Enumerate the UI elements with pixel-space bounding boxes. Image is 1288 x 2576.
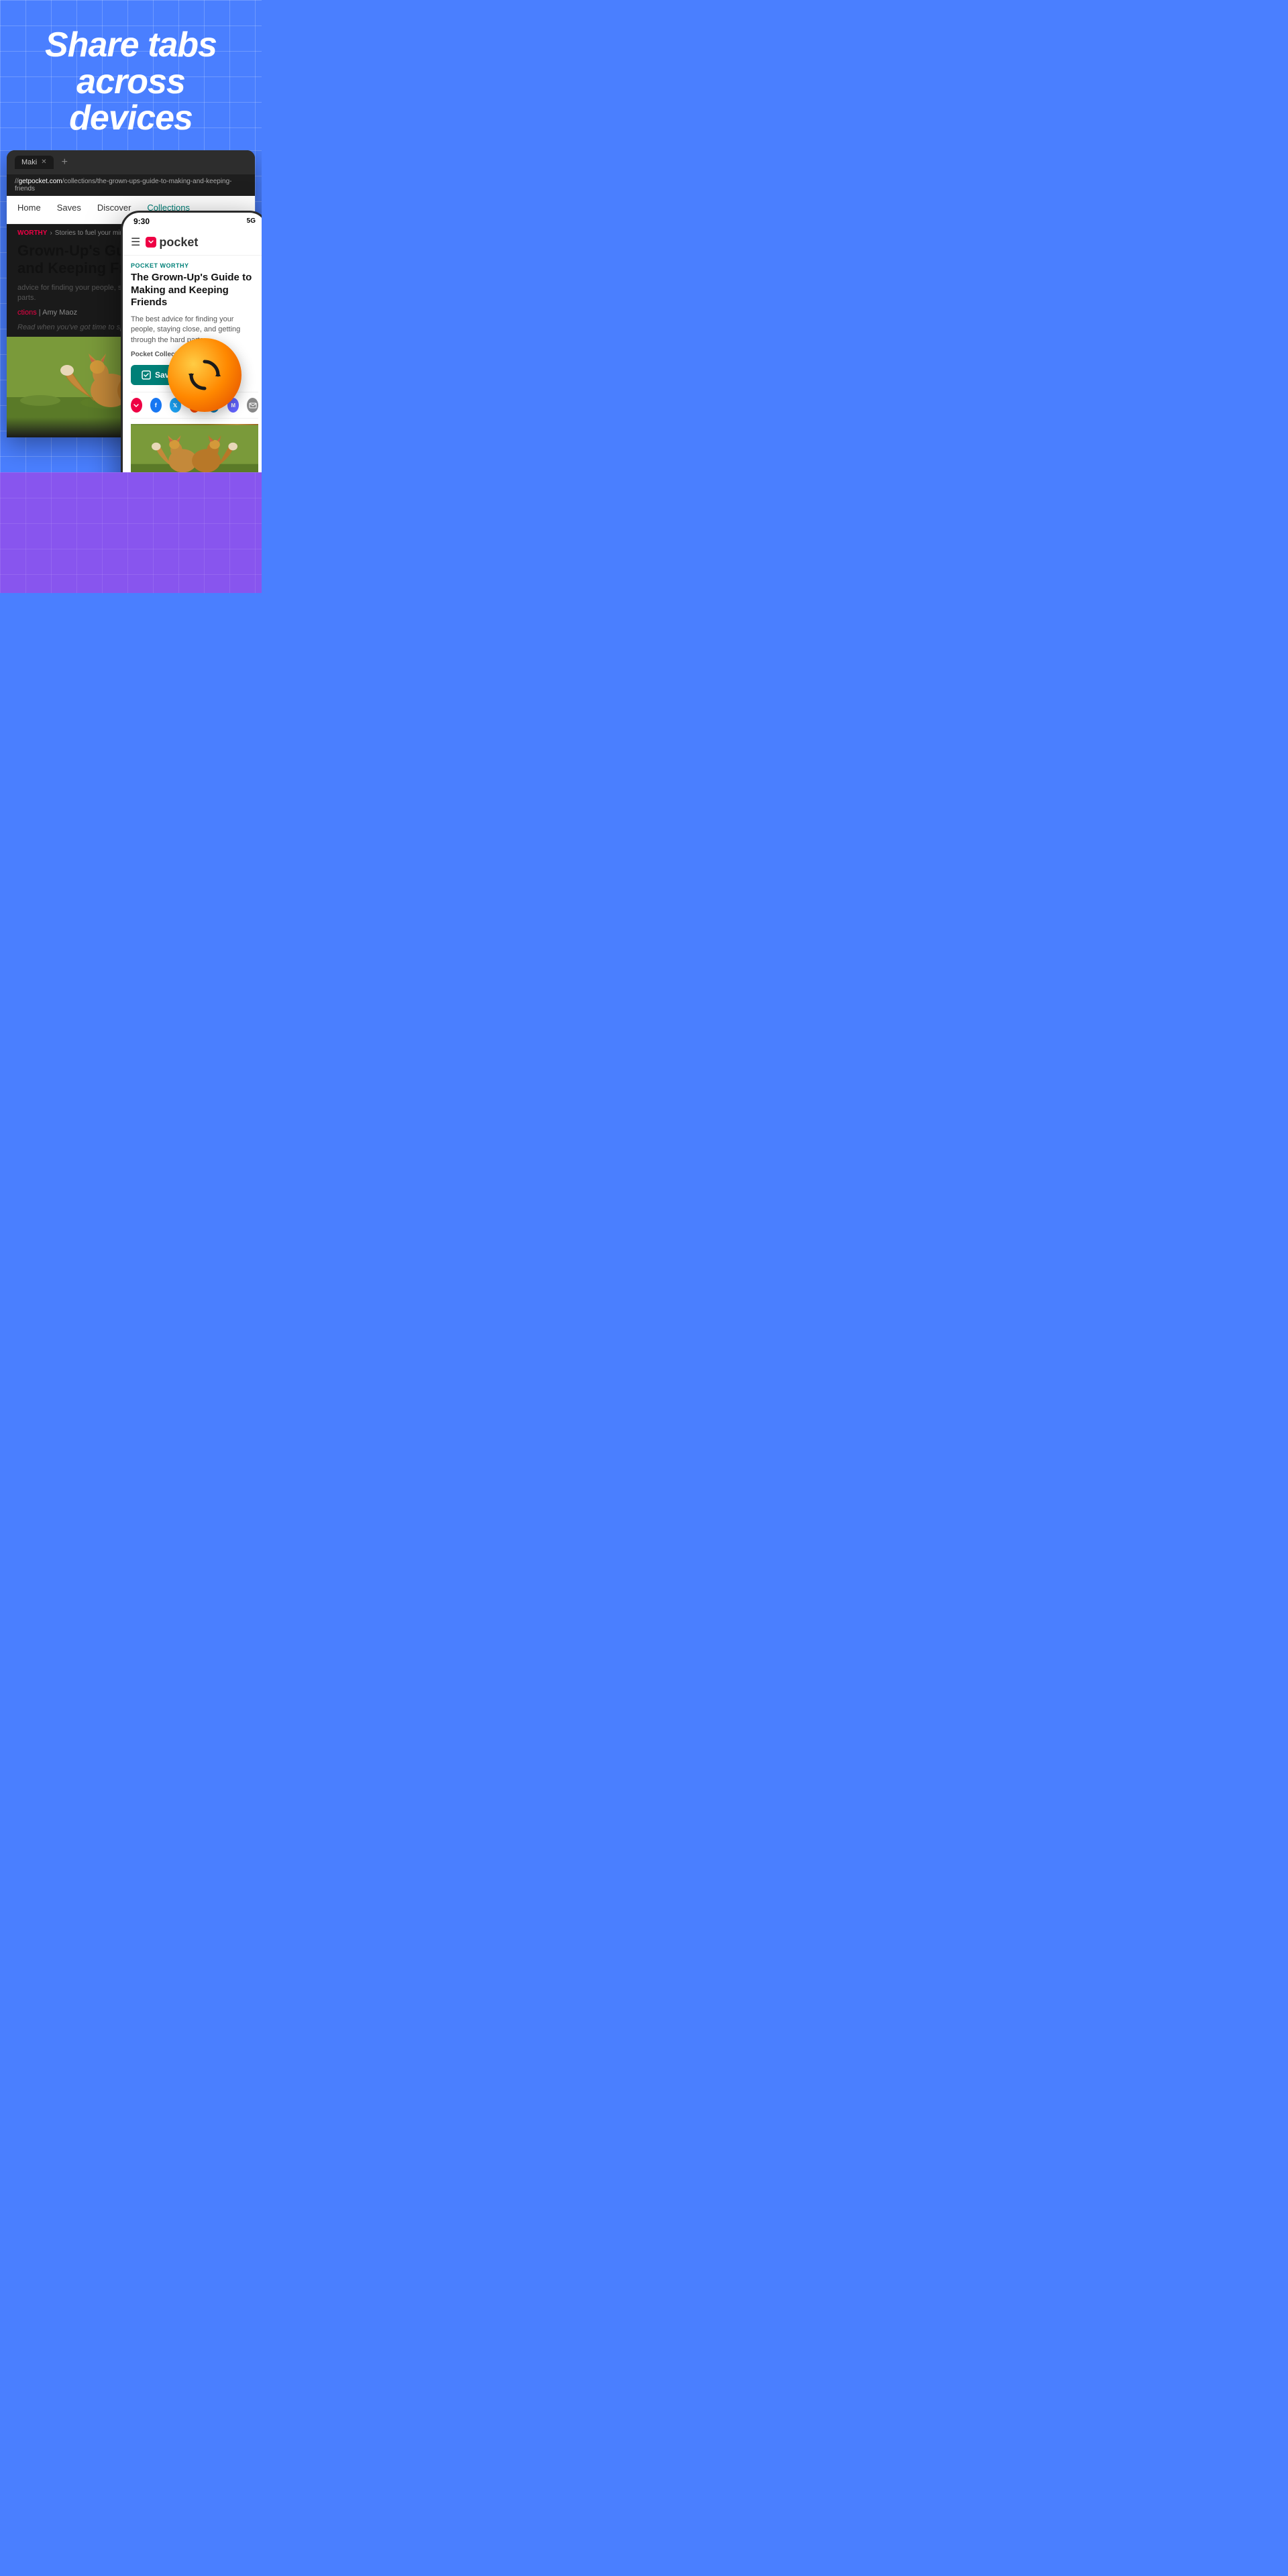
email-share-icon[interactable] — [247, 398, 258, 413]
phone-signal: 5G — [247, 217, 256, 225]
devices-container: Maki ✕ + //getpocket.com/collections/the… — [0, 150, 262, 472]
sync-icon-wrapper — [168, 338, 241, 412]
hero-title-line1: Share tabs — [45, 25, 217, 64]
hero-title-line2: across devices — [69, 62, 193, 138]
breadcrumb-link[interactable]: WORTHY — [17, 229, 47, 237]
pocket-share-icon[interactable] — [131, 398, 142, 413]
meta-author: Amy Maoz — [42, 309, 77, 317]
nav-saves[interactable]: Saves — [57, 203, 81, 217]
laptop-titlebar: Maki ✕ + — [7, 150, 255, 174]
nav-home[interactable]: Home — [17, 203, 41, 217]
hero-section: Share tabs across devices — [0, 0, 262, 150]
save-icon — [142, 370, 151, 380]
bottom-section — [0, 472, 262, 593]
address-domain-text: getpocket.com — [19, 178, 62, 185]
fox-image-phone — [131, 424, 258, 472]
address-text: //getpocket.com/collections/the-grown-up… — [15, 178, 247, 193]
pocket-logo-icon — [146, 237, 156, 248]
breadcrumb-separator: › — [50, 229, 52, 237]
address-bar: //getpocket.com/collections/the-grown-up… — [7, 174, 255, 196]
phone-category: POCKET WORTHY — [131, 262, 258, 269]
sync-circle — [168, 338, 241, 412]
hamburger-icon[interactable]: ☰ — [131, 235, 140, 249]
phone-pocket-header: ☰ pocket — [123, 230, 262, 256]
tab-label: Maki — [21, 158, 37, 166]
hero-title: Share tabs across devices — [13, 27, 248, 137]
phone-time: 9:30 — [133, 217, 150, 226]
phone-article-title: The Grown-Up's Guide to Making and Keepi… — [131, 272, 258, 309]
tab-close-icon[interactable]: ✕ — [41, 158, 46, 166]
breadcrumb-text: Stories to fuel your mind — [55, 229, 127, 237]
facebook-share-icon[interactable]: f — [150, 398, 162, 413]
tab-add-icon[interactable]: + — [62, 156, 68, 168]
browser-tab[interactable]: Maki ✕ — [15, 156, 54, 169]
phone-statusbar: 9:30 5G — [123, 213, 262, 230]
sync-arrows-icon — [184, 355, 225, 395]
meta-prefix: ctions — [17, 309, 37, 317]
bottom-grid — [0, 472, 262, 593]
pocket-logo: pocket — [146, 235, 198, 250]
pocket-logo-text: pocket — [159, 235, 198, 250]
